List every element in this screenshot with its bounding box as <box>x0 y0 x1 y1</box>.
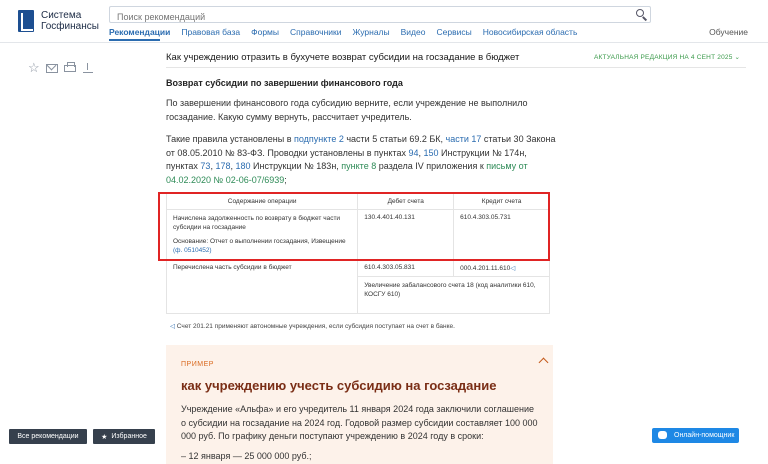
example-block: ПРИМЕР как учреждению учесть субсидию на… <box>166 345 553 464</box>
chevron-down-icon: ⌄ <box>734 54 741 61</box>
page-title: Как учреждению отразить в бухучете возвр… <box>166 52 520 63</box>
example-title: как учреждению учесть субсидию на госзад… <box>181 378 497 393</box>
link-150[interactable]: 150 <box>424 148 439 158</box>
operation-text: Перечислена часть субсидии в бюджет <box>165 259 359 314</box>
link-subitem-2[interactable]: подпункте 2 <box>294 134 344 144</box>
link-part-17[interactable]: части 17 <box>446 134 482 144</box>
search-box[interactable] <box>109 6 651 25</box>
training-link[interactable]: Обучение <box>709 27 748 37</box>
link-180[interactable]: 180 <box>236 161 251 171</box>
chevron-up-icon[interactable] <box>538 357 549 368</box>
star-icon[interactable]: ☆ <box>28 61 40 74</box>
favorites-button[interactable]: ★ Избранное <box>93 429 155 444</box>
section-heading: Возврат субсидии по завершении финансово… <box>166 78 403 88</box>
active-tab-indicator <box>109 39 160 41</box>
paragraph-2: Такие правила установлены в подпункте 2 … <box>166 134 556 185</box>
mail-icon[interactable] <box>46 64 58 73</box>
download-icon[interactable] <box>82 62 94 74</box>
link-item-8[interactable]: пункте 8 <box>341 161 376 171</box>
logo-line1: Система <box>41 10 82 21</box>
nav-recommendations[interactable]: Рекомендации <box>109 27 170 37</box>
main-nav: Рекомендации Правовая база Формы Справоч… <box>109 27 588 37</box>
logo-line2: Госфинансы <box>41 21 99 32</box>
all-recommendations-button[interactable]: Все рекомендации <box>9 429 87 444</box>
nav-region[interactable]: Новосибирская область <box>483 27 578 37</box>
header-divider <box>0 42 768 43</box>
nav-reference[interactable]: Справочники <box>290 27 342 37</box>
nav-services[interactable]: Сервисы <box>436 27 471 37</box>
table-row: Перечислена часть субсидии в бюджет 610.… <box>165 259 550 314</box>
credit-cell: 000.4.201.11.610◁ <box>453 259 550 277</box>
example-text: Учреждение «Альфа» и его учредитель 11 я… <box>181 404 538 441</box>
example-list-item: – 12 января — 25 000 000 руб.; <box>181 451 312 461</box>
note-ref-icon[interactable]: ◁ <box>510 265 515 272</box>
app-header: Система Госфинансы Рекомендации Правовая… <box>0 0 768 46</box>
link-178[interactable]: 178 <box>215 161 230 171</box>
print-icon[interactable] <box>64 62 76 72</box>
title-divider <box>166 67 746 68</box>
search-icon[interactable] <box>635 8 648 21</box>
nav-forms[interactable]: Формы <box>251 27 279 37</box>
search-input[interactable] <box>110 9 610 25</box>
logo[interactable]: Система Госфинансы <box>18 10 99 32</box>
highlight-box <box>158 192 550 261</box>
online-assistant-button[interactable]: Онлайн-помощник <box>652 428 739 443</box>
article-body: Возврат субсидии по завершении финансово… <box>166 78 556 187</box>
star-icon: ★ <box>101 433 108 441</box>
edition-dropdown[interactable]: АКТУАЛЬНАЯ РЕДАКЦИЯ НА 4 СЕНТ 2025 ⌄ <box>594 53 740 61</box>
table-footnote: ◁ Счет 201.21 применяют автономные учреж… <box>170 323 455 330</box>
nav-video[interactable]: Видео <box>401 27 426 37</box>
nav-legal-base[interactable]: Правовая база <box>181 27 240 37</box>
paragraph-1: По завершении финансового года субсидию … <box>166 98 528 122</box>
debit-cell: 610.4.303.05.831 <box>357 259 455 277</box>
edition-label: АКТУАЛЬНАЯ РЕДАКЦИЯ НА 4 СЕНТ 2025 <box>594 54 733 61</box>
chat-icon <box>658 431 667 439</box>
link-94[interactable]: 94 <box>408 148 418 158</box>
link-73[interactable]: 73 <box>200 161 210 171</box>
doc-toolbar: ☆ <box>28 61 100 74</box>
logo-icon <box>18 10 34 32</box>
example-label: ПРИМЕР <box>181 361 214 368</box>
nav-journals[interactable]: Журналы <box>353 27 390 37</box>
offbalance-note: Увеличение забалансового счета 18 (код а… <box>357 276 550 314</box>
